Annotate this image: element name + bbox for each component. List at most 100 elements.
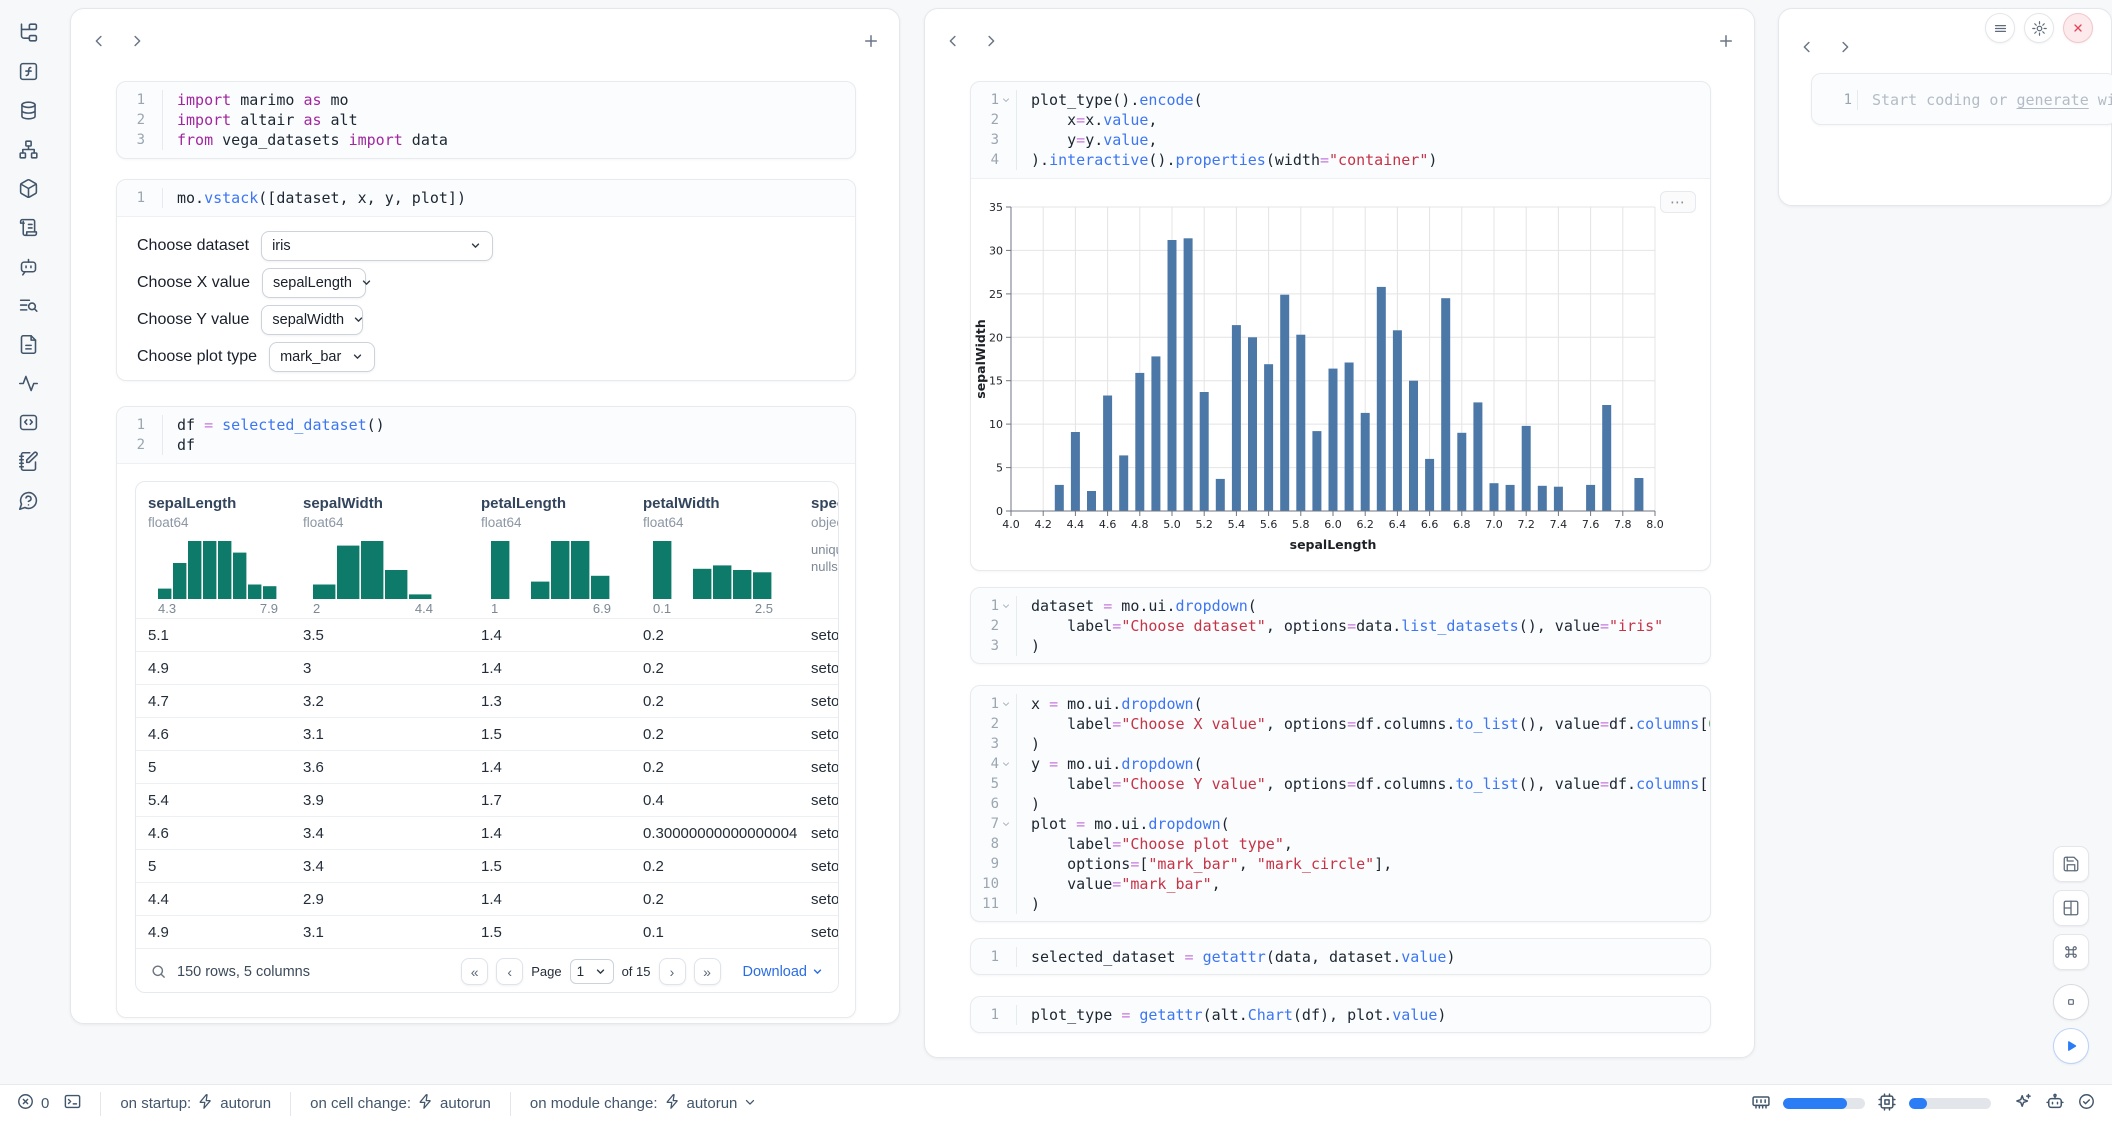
fold-chevron-icon[interactable] <box>1001 95 1011 105</box>
column-header-sepalLength[interactable]: sepalLengthfloat644.37.9 <box>136 494 291 618</box>
error-count-button[interactable]: 0 <box>16 1092 49 1115</box>
table-cell: 0.2 <box>631 858 799 875</box>
column-header-petalLength[interactable]: petalLengthfloat6416.9 <box>469 494 631 618</box>
code-editor[interactable]: plot_type = getattr(alt.Chart(df), plot.… <box>1017 1005 1710 1025</box>
add-cell-button[interactable] <box>1714 29 1738 53</box>
connection-status-icon[interactable] <box>2077 1092 2096 1115</box>
add-cell-button[interactable] <box>859 29 883 53</box>
line-number: 3 <box>991 130 999 150</box>
fold-chevron-icon[interactable] <box>1001 601 1011 611</box>
scratch-code-cell[interactable]: 1 Start coding or generate with AI <box>1811 73 2112 125</box>
dropdown-select[interactable]: mark_bar <box>269 342 375 372</box>
panel-forward-button[interactable] <box>979 29 1003 53</box>
download-button[interactable]: Download <box>743 964 825 980</box>
next-page-button[interactable]: › <box>659 958 686 985</box>
svg-text:8.0: 8.0 <box>1646 518 1664 531</box>
page-label: Page <box>531 964 561 979</box>
svg-text:20: 20 <box>989 331 1003 344</box>
page-select[interactable]: 1 <box>570 959 614 984</box>
code-editor[interactable]: import marimo as moimport altair as altf… <box>163 90 855 150</box>
column-header-species[interactable]: speciesobjectunique:nulls: <box>799 494 838 618</box>
fold-chevron-icon[interactable] <box>1001 699 1011 709</box>
generate-link[interactable]: generate <box>2017 91 2089 109</box>
table-row: 4.63.41.40.30000000000000004setosa <box>136 816 838 849</box>
run-button[interactable] <box>2053 1028 2089 1064</box>
table-cell: 0.2 <box>631 891 799 908</box>
help-bubble-icon[interactable] <box>16 488 40 512</box>
line-number: 9 <box>991 854 999 874</box>
notebook-pen-icon[interactable] <box>16 449 40 473</box>
table-cell: 4.7 <box>136 693 291 710</box>
dropdown-select[interactable]: sepalWidth <box>261 305 363 335</box>
package-icon[interactable] <box>16 176 40 200</box>
last-page-button[interactable]: » <box>694 958 721 985</box>
code-editor[interactable]: selected_dataset = getattr(data, dataset… <box>1017 947 1710 967</box>
line-number: 8 <box>991 834 999 854</box>
first-page-button[interactable]: « <box>461 958 488 985</box>
dropdown-select[interactable]: sepalLength <box>262 268 366 298</box>
panel-back-button[interactable] <box>87 29 111 53</box>
line-number: 1 <box>991 596 999 616</box>
panel-forward-button[interactable] <box>125 29 149 53</box>
prev-page-button[interactable]: ‹ <box>496 958 523 985</box>
column-header-sepalWidth[interactable]: sepalWidthfloat6424.4 <box>291 494 469 618</box>
dropdown-value: sepalLength <box>273 275 352 291</box>
fold-chevron-icon[interactable] <box>1001 759 1011 769</box>
terminal-button[interactable] <box>63 1092 82 1115</box>
function-square-icon[interactable] <box>16 59 40 83</box>
list-search-icon[interactable] <box>16 293 40 317</box>
code-cell-xy-plot-dropdowns: 1234567891011x = mo.ui.dropdown( label="… <box>970 685 1711 922</box>
code-editor[interactable]: x = mo.ui.dropdown( label="Choose X valu… <box>1017 694 1710 914</box>
menu-button[interactable] <box>1985 13 2015 43</box>
line-number: 1 <box>137 90 145 110</box>
scroll-text-icon[interactable] <box>16 215 40 239</box>
chevron-down-icon <box>351 350 364 363</box>
code-editor[interactable]: mo.vstack([dataset, x, y, plot]) <box>163 188 855 208</box>
code-editor[interactable]: dataset = mo.ui.dropdown( label="Choose … <box>1017 596 1710 656</box>
panel-back-button[interactable] <box>1795 35 1819 59</box>
file-tree-icon[interactable] <box>16 20 40 44</box>
fold-chevron-icon[interactable] <box>1001 819 1011 829</box>
command-palette-button[interactable] <box>2053 934 2089 970</box>
chevron-down-icon <box>469 239 482 252</box>
chart-actions-button[interactable]: ⋯ <box>1660 191 1696 213</box>
line-number: 1 <box>137 188 145 208</box>
column-histogram <box>313 535 433 599</box>
code-editor[interactable]: plot_type().encode( x=x.value, y=y.value… <box>1017 90 1710 170</box>
copilot-button[interactable] <box>2045 1092 2065 1116</box>
table-cell: 4.6 <box>136 726 291 743</box>
error-count: 0 <box>41 1095 49 1112</box>
on-cell-change-setting[interactable]: on cell change: autorun <box>310 1093 491 1114</box>
database-icon[interactable] <box>16 98 40 122</box>
interrupt-button[interactable] <box>2053 984 2089 1020</box>
left-notebook-panel: 123import marimo as moimport altair as a… <box>70 8 900 1024</box>
code-snippet-icon[interactable] <box>16 410 40 434</box>
file-text-icon[interactable] <box>16 332 40 356</box>
search-icon[interactable] <box>150 963 167 980</box>
table-row: 4.93.11.50.1setosa <box>136 915 838 948</box>
column-header-petalWidth[interactable]: petalWidthfloat640.12.5 <box>631 494 799 618</box>
page-count: of 15 <box>622 964 651 979</box>
on-startup-setting[interactable]: on startup: autorun <box>120 1093 271 1114</box>
line-number: 4 <box>991 150 999 170</box>
close-button[interactable] <box>2063 13 2093 43</box>
on-module-change-setting[interactable]: on module change: autorun <box>530 1093 757 1114</box>
code-editor[interactable]: df = selected_dataset()df <box>163 415 855 455</box>
panel-forward-button[interactable] <box>1833 35 1857 59</box>
table-cell: 3.5 <box>291 627 469 644</box>
dropdown-select[interactable]: iris <box>261 231 493 261</box>
panel-back-button[interactable] <box>941 29 965 53</box>
table-cell: 1.7 <box>469 792 631 809</box>
table-cell: 0.1 <box>631 924 799 941</box>
workflow-icon[interactable] <box>16 137 40 161</box>
activity-icon[interactable] <box>16 371 40 395</box>
save-button[interactable] <box>2053 846 2089 882</box>
line-number: 10 <box>982 874 999 894</box>
bot-chat-icon[interactable] <box>16 254 40 278</box>
layout-button[interactable] <box>2053 890 2089 926</box>
table-row: 53.41.50.2setosa <box>136 849 838 882</box>
settings-gear-button[interactable] <box>2024 13 2054 43</box>
table-cell: 3.9 <box>291 792 469 809</box>
ai-sparkle-button[interactable] <box>2013 1092 2033 1116</box>
code-cell-dataframe: 12df = selected_dataset()df sepalLengthf… <box>116 406 856 1018</box>
